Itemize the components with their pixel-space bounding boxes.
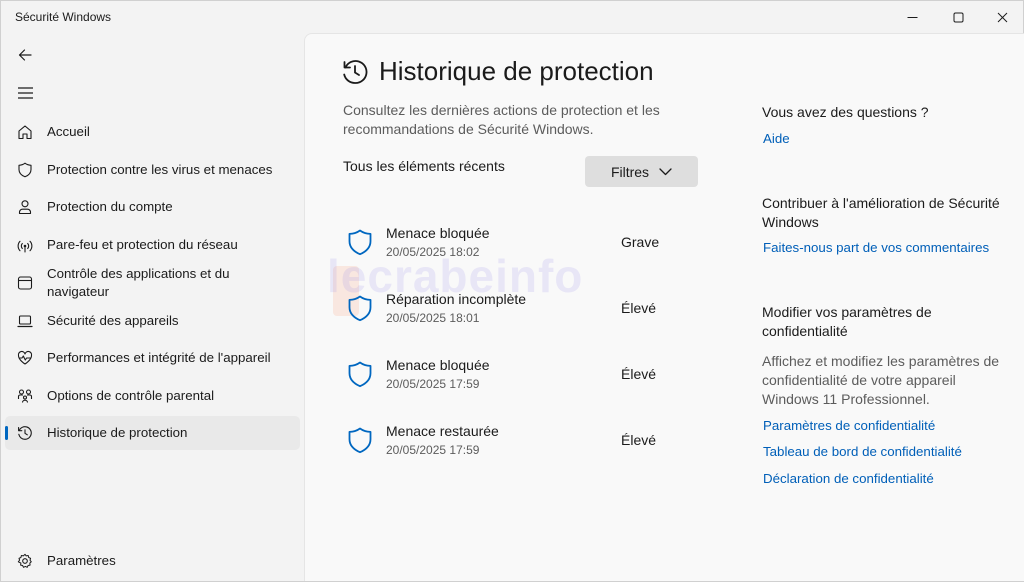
sidebar-item-label: Paramètres — [47, 553, 116, 568]
minimize-button[interactable] — [889, 1, 935, 33]
wifi-icon — [15, 235, 35, 255]
app-window: Sécurité Windows Accueil Protection cont… — [0, 0, 1024, 582]
shield-icon — [348, 427, 372, 454]
sidebar-item-label: Sécurité des appareils — [47, 313, 179, 328]
history-item-severity: Élevé — [621, 432, 657, 448]
back-arrow-icon — [18, 49, 32, 61]
history-item[interactable]: Menace bloquée 20/05/2025 18:02 Grave — [343, 219, 673, 265]
home-icon — [15, 122, 35, 142]
history-item-date: 20/05/2025 18:02 — [386, 245, 480, 259]
history-item-title: Menace restaurée — [386, 423, 499, 439]
history-icon — [343, 60, 368, 84]
shield-icon — [348, 295, 372, 322]
history-item-title: Menace bloquée — [386, 357, 490, 373]
sidebar-item-label: Accueil — [47, 124, 90, 139]
history-item-severity: Élevé — [621, 366, 657, 382]
page-title: Historique de protection — [379, 56, 654, 86]
gear-icon — [15, 551, 35, 571]
page-description: Consultez les dernières actions de prote… — [343, 102, 660, 137]
back-button[interactable] — [11, 41, 39, 69]
privacy-settings-link[interactable]: Paramètres de confidentialité — [763, 418, 935, 433]
history-item-date: 20/05/2025 18:01 — [386, 311, 480, 325]
title-bar: Sécurité Windows — [1, 1, 1023, 33]
sidebar-item-label: Pare-feu et protection du réseau — [47, 237, 238, 252]
sidebar-item-protection-history[interactable]: Historique de protection — [5, 416, 300, 450]
privacy-dashboard-link[interactable]: Tableau de bord de confidentialité — [763, 444, 962, 459]
privacy-heading: Modifier vos paramètres de confidentiali… — [762, 304, 932, 339]
sidebar-item-label: Protection contre les virus et menaces — [47, 162, 273, 177]
sidebar-item-home[interactable]: Accueil — [5, 115, 300, 149]
recent-items-label: Tous les éléments récents — [343, 158, 505, 174]
feedback-link[interactable]: Faites-nous part de vos commentaires — [763, 240, 989, 255]
privacy-statement-link[interactable]: Déclaration de confidentialité — [763, 471, 934, 486]
laptop-icon — [15, 311, 35, 331]
history-item-severity: Grave — [621, 234, 660, 250]
sidebar-item-label: Performances et intégrité de l'appareil — [47, 350, 271, 365]
sidebar-item-label: Historique de protection — [47, 425, 188, 440]
shield-icon — [348, 361, 372, 388]
main-content: lecrabeinfo Historique de protection Con… — [304, 33, 1024, 581]
filters-label: Filtres — [610, 163, 650, 180]
history-item-title: Menace bloquée — [386, 225, 490, 241]
family-icon — [15, 386, 35, 406]
history-item[interactable]: Menace restaurée 20/05/2025 17:59 Élevé — [343, 417, 673, 463]
sidebar-item-label: Protection du compte — [47, 199, 173, 214]
sidebar-item-parental-control[interactable]: Options de contrôle parental — [5, 379, 300, 413]
shield-icon — [348, 229, 372, 256]
history-item-title: Réparation incomplète — [386, 291, 527, 307]
questions-heading: Vous avez des questions ? — [762, 104, 929, 120]
close-button[interactable] — [979, 1, 1024, 33]
menu-button[interactable] — [11, 79, 39, 107]
sidebar-item-settings[interactable]: Paramètres — [5, 544, 300, 578]
history-item[interactable]: Menace bloquée 20/05/2025 17:59 Élevé — [343, 351, 673, 397]
shield-icon — [15, 160, 35, 180]
app-browser-icon — [15, 273, 35, 293]
contribute-heading: Contribuer à l'amélioration de Sécurité … — [762, 195, 1000, 230]
sidebar-item-virus-protection[interactable]: Protection contre les virus et menaces — [5, 153, 300, 187]
history-item-severity: Élevé — [621, 300, 657, 316]
history-icon — [15, 423, 35, 443]
hamburger-icon — [17, 87, 33, 99]
close-icon — [997, 12, 1007, 22]
privacy-description: Affichez et modifiez les paramètres de c… — [762, 353, 1000, 407]
selection-indicator — [5, 426, 8, 440]
history-item[interactable]: Réparation incomplète 20/05/2025 18:01 É… — [343, 285, 673, 331]
sidebar-item-app-browser-control[interactable]: Contrôle des applications et du navigate… — [5, 263, 300, 303]
app-title: Sécurité Windows — [15, 10, 112, 24]
minimize-icon — [907, 16, 917, 18]
sidebar-item-label: Options de contrôle parental — [47, 388, 215, 403]
person-icon — [15, 197, 35, 217]
chevron-down-icon — [659, 167, 672, 175]
sidebar-item-firewall[interactable]: Pare-feu et protection du réseau — [5, 228, 300, 262]
history-item-date: 20/05/2025 17:59 — [386, 377, 480, 391]
sidebar-item-account-protection[interactable]: Protection du compte — [5, 190, 300, 224]
heart-pulse-icon — [15, 348, 35, 368]
sidebar-item-label: Contrôle des applications et du navigate… — [47, 266, 230, 299]
maximize-icon — [953, 12, 963, 22]
sidebar-item-device-performance[interactable]: Performances et intégrité de l'appareil — [5, 341, 300, 375]
filters-button[interactable]: Filtres — [585, 156, 698, 187]
help-link[interactable]: Aide — [763, 131, 790, 146]
sidebar-item-device-security[interactable]: Sécurité des appareils — [5, 304, 300, 338]
maximize-button[interactable] — [935, 1, 981, 33]
sidebar: Accueil Protection contre les virus et m… — [1, 33, 304, 581]
history-item-date: 20/05/2025 17:59 — [386, 443, 480, 457]
